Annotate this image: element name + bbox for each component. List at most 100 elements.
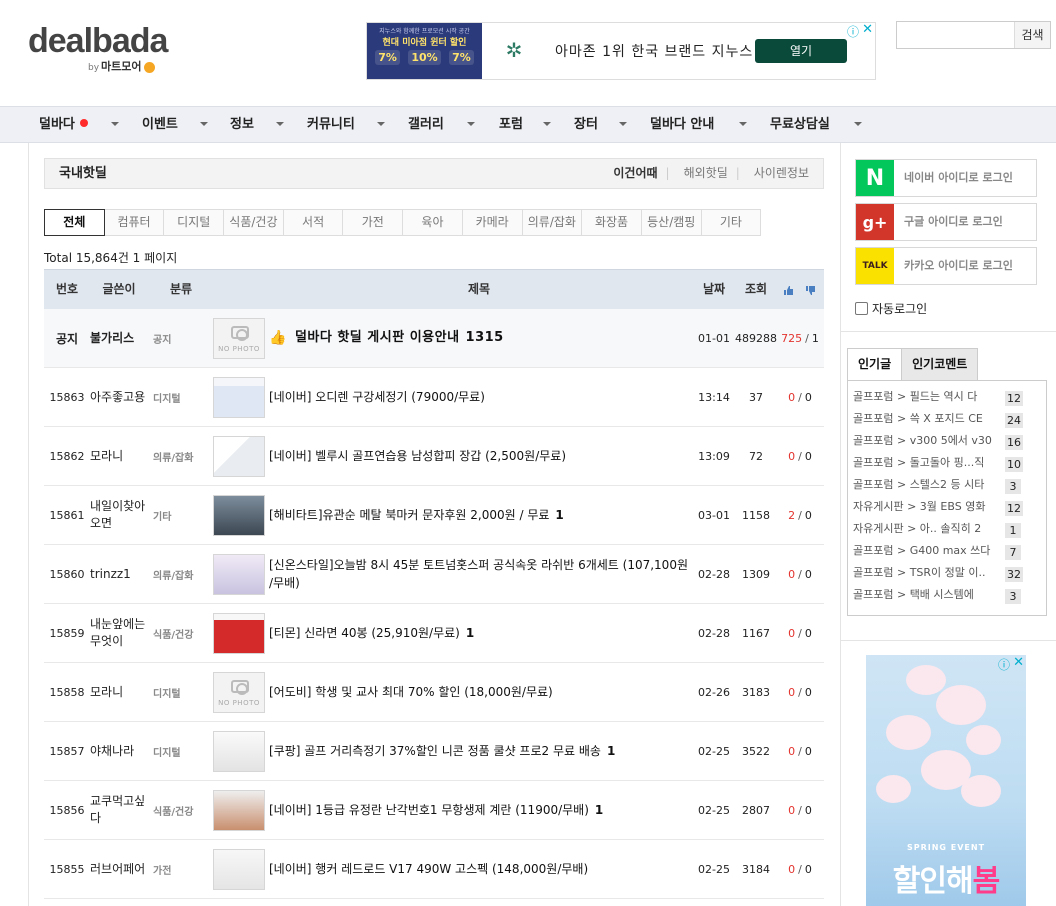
chevron-down-icon[interactable] (619, 122, 627, 126)
ad-info-icon[interactable]: ⓘ (847, 23, 859, 40)
category-food[interactable]: 식품/건강 (223, 209, 284, 236)
row-thumbnail[interactable] (213, 368, 265, 426)
table-row[interactable]: 15856 교쿠먹고싶다 식품/건강 [네이버] 1등급 유정란 난각번호1 무항생제… (44, 781, 824, 840)
row-thumbnail[interactable]: NO PHOTO (213, 309, 265, 367)
popular-text[interactable]: 골프포럼 > 쓱 X 포지드 CE (853, 408, 1003, 430)
row-title[interactable]: [해비타트]유관순 메탈 북마커 문자후원 2,000원 / 무료 (269, 508, 549, 522)
popular-text[interactable]: 골프포럼 > 돌고돌아 핑...직 (853, 452, 1003, 474)
row-title[interactable]: [어도비] 학생 및 교사 최대 70% 할인 (18,000원/무료) (269, 685, 553, 699)
popular-text[interactable]: 골프포럼 > G400 max 쓰다 (853, 540, 1003, 562)
table-row-notice[interactable]: 공지 불가리스 공지 NO PHOTO 👍 덜바다 핫딜 게시판 이용안내 131… (44, 309, 824, 368)
nav-item-event[interactable]: 이벤트 (142, 107, 178, 142)
popular-item[interactable]: 골프포럼 > TSR이 정말 이.. 32 (853, 562, 1041, 584)
search-input[interactable] (897, 22, 1015, 48)
chevron-down-icon[interactable] (111, 122, 119, 126)
row-title[interactable]: [네이버] 오디렌 구강세정기 (79000/무료) (269, 390, 485, 404)
side-banner-ad[interactable]: SPRING EVENT 할인해봄 ⓘ ✕ (866, 655, 1026, 906)
nav-item-forum[interactable]: 포럼 (499, 107, 523, 142)
row-title[interactable]: [네이버] 행커 레드로드 V17 490W 고스펙 (148,000원/무배) (269, 862, 588, 876)
table-row[interactable]: 15861 내일이찾아오면 기타 [해비타트]유관순 메탈 북마커 문자후원 2,00… (44, 486, 824, 545)
kakao-login-button[interactable]: TALK 카카오 아이디로 로그인 (855, 247, 1037, 285)
nav-item-guide[interactable]: 덜바다 안내 (650, 107, 714, 142)
nav-item-community[interactable]: 커뮤니티 (307, 107, 355, 142)
row-thumbnail[interactable] (213, 545, 265, 603)
table-row[interactable]: 15860 trinzz1 의류/잡화 [신온스타일]오늘밤 8시 45분 토트넘홋스… (44, 545, 824, 604)
row-thumbnail[interactable] (213, 781, 265, 839)
popular-item[interactable]: 골프포럼 > 돌고돌아 핑...직 10 (853, 452, 1041, 474)
nav-item-market[interactable]: 장터 (574, 107, 598, 142)
row-writer[interactable]: 불가리스 (90, 309, 154, 367)
site-logo[interactable]: dealbada by 마트모어 (28, 24, 168, 73)
category-cosmetics[interactable]: 화장품 (581, 209, 642, 236)
row-thumbnail[interactable] (213, 722, 265, 780)
ad-open-button[interactable]: 열기 (755, 39, 847, 63)
row-title-wrap[interactable]: [티몬] 신라면 40봉 (25,910원/무료) 1 (269, 604, 689, 662)
category-digital[interactable]: 디지털 (163, 209, 225, 236)
popular-text[interactable]: 골프포럼 > TSR이 정말 이.. (853, 562, 1003, 584)
row-title-wrap[interactable]: [네이버] 행커 레드로드 V17 490W 고스펙 (148,000원/무배) (269, 840, 689, 898)
chevron-down-icon[interactable] (543, 122, 551, 126)
popular-text[interactable]: 자유게시판 > 아.. 솔직히 2 (853, 518, 1003, 540)
search-button[interactable]: 검색 (1014, 22, 1050, 48)
row-title-wrap[interactable]: [네이버] 1등급 유정란 난각번호1 무항생제 계란 (11900/무배) 1 (269, 781, 689, 839)
table-row[interactable]: 15862 모라니 의류/잡화 [네이버] 벨루시 골프연습용 남성합피 장갑 (2,… (44, 427, 824, 486)
category-appliance[interactable]: 가전 (342, 209, 404, 236)
row-title[interactable]: [네이버] 1등급 유정란 난각번호1 무항생제 계란 (11900/무배) (269, 803, 589, 817)
thumbs-up-icon[interactable] (784, 286, 794, 295)
nav-item-consult[interactable]: 무료상담실 (770, 107, 830, 142)
category-camera[interactable]: 카메라 (461, 209, 523, 236)
popular-text[interactable]: 골프포럼 > 스텔스2 등 시타 (853, 474, 1003, 496)
row-thumbnail[interactable] (213, 486, 265, 544)
tab-siren[interactable]: 사이렌정보 (754, 166, 809, 180)
row-thumbnail[interactable] (213, 604, 265, 662)
popular-text[interactable]: 자유게시판 > 3월 EBS 영화 (853, 496, 1003, 518)
chevron-down-icon[interactable] (467, 122, 475, 126)
category-kids[interactable]: 육아 (402, 209, 463, 236)
popular-text[interactable]: 골프포럼 > v300 5에서 v30 (853, 430, 1003, 452)
popular-item[interactable]: 자유게시판 > 3월 EBS 영화 12 (853, 496, 1041, 518)
popular-item[interactable]: 골프포럼 > 쓱 X 포지드 CE 24 (853, 408, 1041, 430)
row-writer[interactable]: 모라니 (90, 427, 154, 485)
chevron-down-icon[interactable] (276, 122, 284, 126)
popular-item[interactable]: 골프포럼 > 택배 시스템에 3 (853, 584, 1041, 606)
row-title[interactable]: [신온스타일]오늘밤 8시 45분 토트넘홋스퍼 공식속옷 라쉬반 6개세트 (… (269, 558, 688, 590)
category-etc[interactable]: 기타 (700, 209, 762, 236)
category-all[interactable]: 전체 (44, 209, 105, 236)
tab-popular-posts[interactable]: 인기글 (847, 348, 903, 381)
ad-close-icon[interactable]: ✕ (1013, 655, 1024, 670)
row-title[interactable]: 덜바다 핫딜 게시판 이용안내 (295, 329, 460, 347)
popular-text[interactable]: 골프포럼 > 필드는 역시 다 (853, 386, 1003, 408)
tab-overseas[interactable]: 해외핫딜 (684, 166, 728, 180)
auto-login[interactable]: 자동로그인 (855, 300, 927, 317)
row-title-wrap[interactable]: 👍 덜바다 핫딜 게시판 이용안내 1315 (269, 309, 689, 367)
tab-recommend[interactable]: 이건어때 (613, 166, 657, 180)
row-thumbnail[interactable]: NO PHOTO (213, 663, 265, 721)
category-outdoor[interactable]: 등산/캠핑 (640, 209, 702, 236)
popular-item[interactable]: 골프포럼 > v300 5에서 v30 16 (853, 430, 1041, 452)
popular-item[interactable]: 골프포럼 > 필드는 역시 다 12 (853, 386, 1041, 408)
popular-text[interactable]: 골프포럼 > 택배 시스템에 (853, 584, 1003, 606)
table-row[interactable]: 15858 모라니 디지털 NO PHOTO [어도비] 학생 및 교사 최대 70% … (44, 663, 824, 722)
table-row[interactable]: 15859 내눈앞에는무엇이 식품/건강 [티몬] 신라면 40봉 (25,910원/… (44, 604, 824, 663)
ad-close-icon[interactable]: ✕ (862, 22, 873, 37)
row-writer[interactable]: 아주좋고용 (90, 368, 154, 426)
popular-item[interactable]: 골프포럼 > G400 max 쓰다 7 (853, 540, 1041, 562)
table-row[interactable]: 15863 아주좋고용 디지털 [네이버] 오디렌 구강세정기 (79000/무료) 1… (44, 368, 824, 427)
row-thumbnail[interactable] (213, 427, 265, 485)
ad-info-icon[interactable]: ⓘ (998, 656, 1010, 673)
nav-item-info[interactable]: 정보 (230, 107, 254, 142)
chevron-down-icon[interactable] (200, 122, 208, 126)
row-title-wrap[interactable]: [네이버] 벨루시 골프연습용 남성합피 장갑 (2,500원/무료) (269, 427, 689, 485)
row-title[interactable]: [티몬] 신라면 40봉 (25,910원/무료) (269, 626, 460, 640)
row-thumbnail[interactable] (213, 840, 265, 898)
popular-item[interactable]: 골프포럼 > 스텔스2 등 시타 3 (853, 474, 1041, 496)
category-computer[interactable]: 컴퓨터 (103, 209, 165, 236)
category-fashion[interactable]: 의류/잡화 (521, 209, 583, 236)
top-banner-ad[interactable]: 지누스와 함께한 프로모션 시작 공간 현대 미아점 윈터 할인 7% 10% … (366, 22, 876, 80)
chevron-down-icon[interactable] (739, 122, 747, 126)
popular-item[interactable]: 자유게시판 > 아.. 솔직히 21 (853, 518, 1041, 540)
thumbs-down-icon[interactable] (806, 286, 816, 295)
tab-popular-comments[interactable]: 인기코멘트 (901, 348, 979, 381)
row-writer[interactable]: 모라니 (90, 663, 154, 721)
row-writer[interactable]: 내눈앞에는무엇이 (90, 604, 154, 662)
